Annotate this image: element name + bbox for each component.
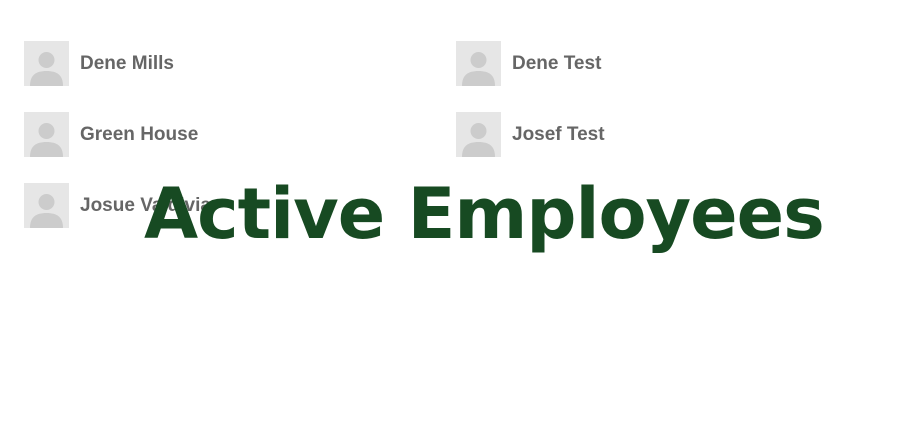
employee-name[interactable]: Green House <box>80 124 198 146</box>
user-placeholder-icon <box>30 123 63 157</box>
avatar <box>24 183 69 228</box>
avatar <box>456 41 501 86</box>
user-placeholder-icon <box>462 52 495 86</box>
user-placeholder-icon <box>30 194 63 228</box>
avatar <box>24 112 69 157</box>
user-placeholder-icon <box>462 123 495 157</box>
avatar <box>456 112 501 157</box>
page-title: Active Employees <box>144 173 825 255</box>
avatar <box>24 41 69 86</box>
employee-name[interactable]: Josef Test <box>512 124 605 146</box>
employee-name[interactable]: Dene Mills <box>80 53 174 75</box>
user-placeholder-icon <box>30 52 63 86</box>
employee-item[interactable]: Dene Mills <box>24 41 174 86</box>
employee-item[interactable]: Dene Test <box>456 41 601 86</box>
employee-name[interactable]: Dene Test <box>512 53 601 75</box>
employee-item[interactable]: Green House <box>24 112 198 157</box>
employee-item[interactable]: Josef Test <box>456 112 605 157</box>
